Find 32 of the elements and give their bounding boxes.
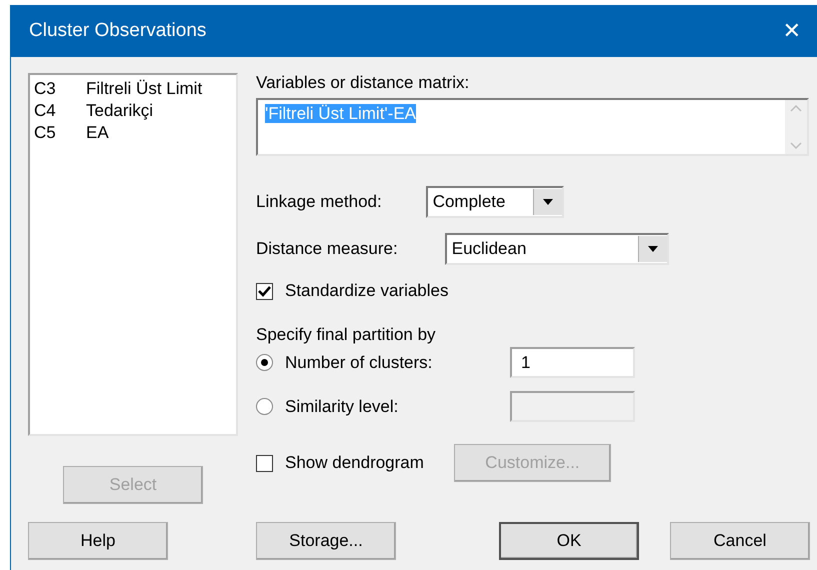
variables-value: 'Filtreli Üst Limit'-EA [265, 104, 416, 123]
dialog-button[interactable]: OK [499, 522, 639, 560]
dendrogram-checkbox[interactable] [256, 454, 273, 472]
dropdown-arrow-icon [542, 199, 553, 205]
dropdown-arrow-icon [648, 246, 658, 252]
column-id[interactable]: C5 [34, 122, 86, 144]
distance-dropdown[interactable]: Euclidean [444, 233, 669, 265]
close-button[interactable]: ✕ [778, 18, 805, 44]
partition-heading: Specify final partition by [256, 325, 436, 345]
dialog-button[interactable]: Storage... [256, 522, 396, 560]
window-title: Cluster Observations [29, 20, 206, 42]
column-name[interactable]: Filtreli Üst Limit [86, 78, 236, 100]
linkage-dropdown[interactable]: Complete [426, 186, 564, 218]
dialog-button[interactable]: Help [28, 522, 168, 560]
variables-label: Variables or distance matrix: [256, 73, 470, 93]
column-list[interactable]: C3 Filtreli Üst Limit C4 Tedarikçi C5 EA [28, 73, 238, 436]
column-id[interactable]: C4 [34, 100, 86, 122]
column-name[interactable]: Tedarikçi [86, 100, 236, 122]
linkage-label: Linkage method: [256, 192, 382, 212]
partition-field[interactable] [510, 391, 635, 422]
dendrogram-label: Show dendrogram [285, 453, 424, 473]
radio-button[interactable] [256, 398, 273, 415]
standardize-checkbox[interactable] [256, 282, 273, 300]
partition-option-label: Similarity level: [285, 396, 398, 416]
distance-label: Distance measure: [256, 239, 398, 259]
column-id[interactable]: C3 [34, 78, 86, 100]
standardize-label: Standardize variables [285, 281, 448, 301]
column-name[interactable]: EA [86, 122, 236, 144]
partition-field[interactable]: 1 [510, 347, 635, 378]
partition-option-label: Number of clusters: [285, 352, 432, 372]
dialog-button[interactable]: Cancel [670, 522, 810, 560]
radio-button[interactable] [256, 354, 273, 371]
